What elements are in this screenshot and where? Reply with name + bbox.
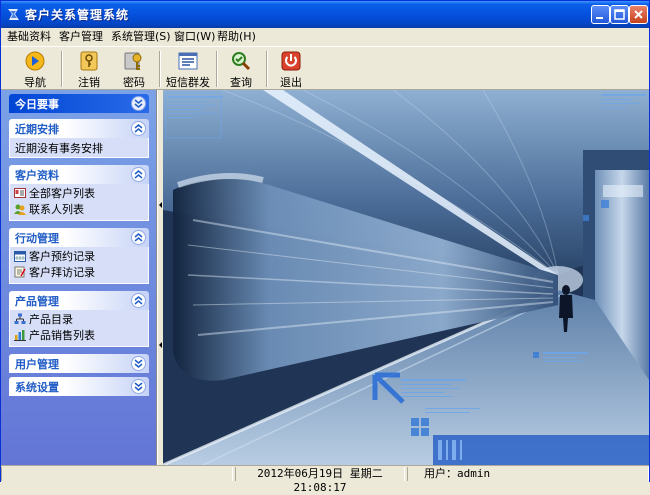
section-product-header[interactable]: 产品管理 <box>9 291 149 310</box>
link-product-sales[interactable]: 产品销售列表 <box>14 328 95 344</box>
section-action-header[interactable]: 行动管理 <box>9 228 149 247</box>
link-product-catalog[interactable]: 产品目录 <box>14 312 73 328</box>
menu-basic-data[interactable]: 基础资料 <box>5 28 53 46</box>
key-icon <box>80 51 98 71</box>
power-icon <box>281 51 301 71</box>
toolbar-logout-label: 注销 <box>78 76 100 89</box>
navigation-sidebar: 今日要事 近期安排 近期没有事务安排 客户资料 全部客户列表 联系人列表 行动管… <box>1 90 157 465</box>
menu-system[interactable]: 系统管理(S) <box>109 28 173 46</box>
chevron-down-icon[interactable] <box>131 379 146 394</box>
minimize-icon <box>596 17 603 19</box>
main-background-image <box>163 90 649 465</box>
menu-bar: 基础资料 客户管理 系统管理(S) 窗口(W) 帮助(H) <box>1 28 649 46</box>
contacts-icon <box>14 204 26 215</box>
toolbar-sms-label: 短信群发 <box>166 76 210 89</box>
link-product-sales-label: 产品销售列表 <box>29 329 95 342</box>
toolbar-navigate-label: 导航 <box>24 76 46 89</box>
section-user-title: 用户管理 <box>15 358 59 371</box>
menu-customer[interactable]: 客户管理 <box>57 28 105 46</box>
chevron-up-icon[interactable] <box>131 167 146 182</box>
status-datetime: 2012年06月19日 星期二 21:08:17 <box>235 467 405 494</box>
link-appointments[interactable]: 客户预约记录 <box>14 249 95 265</box>
section-product-title: 产品管理 <box>15 295 59 308</box>
chevron-down-icon[interactable] <box>131 96 146 111</box>
section-recent-title: 近期安排 <box>15 123 59 136</box>
toolbar-password-button[interactable]: 密码 <box>114 47 154 90</box>
toolbar-exit-button[interactable]: 退出 <box>271 47 311 90</box>
close-button[interactable] <box>629 5 648 24</box>
status-bar: 2012年06月19日 星期二 21:08:17 用户：admin <box>1 465 649 494</box>
status-user: 用户：admin <box>407 467 649 481</box>
window-title: 客户关系管理系统 <box>25 8 130 22</box>
toolbar-query-button[interactable]: 查询 <box>221 47 261 90</box>
section-today-title: 今日要事 <box>15 98 59 111</box>
subway-train-image <box>163 90 649 465</box>
section-recent-body: 近期没有事务安排 <box>9 138 149 158</box>
toolbar-sms-button[interactable]: 短信群发 <box>164 47 212 90</box>
link-visits[interactable]: 客户拜访记录 <box>14 265 95 281</box>
section-customer-header[interactable]: 客户资料 <box>9 165 149 184</box>
toolbar-separator <box>216 51 218 87</box>
tree-icon <box>14 313 26 324</box>
recent-empty-text: 近期没有事务安排 <box>15 142 103 155</box>
sms-icon <box>178 52 198 70</box>
maximize-icon <box>614 9 625 20</box>
section-action-body: 客户预约记录 客户拜访记录 <box>9 247 149 284</box>
section-today-header[interactable]: 今日要事 <box>9 94 149 113</box>
chevron-down-icon[interactable] <box>131 356 146 371</box>
menu-help[interactable]: 帮助(H) <box>215 28 258 46</box>
calendar-icon <box>14 251 26 262</box>
link-all-customers[interactable]: 全部客户列表 <box>14 186 95 202</box>
close-icon <box>634 10 643 19</box>
minimize-button[interactable] <box>591 5 610 24</box>
link-all-customers-label: 全部客户列表 <box>29 187 95 200</box>
toolbar: 导航 注销 密码 短信群发 查询 退出 <box>1 46 649 90</box>
section-customer-body: 全部客户列表 联系人列表 <box>9 184 149 221</box>
toolbar-password-label: 密码 <box>123 76 145 89</box>
section-user-header[interactable]: 用户管理 <box>9 354 149 373</box>
link-product-catalog-label: 产品目录 <box>29 313 73 326</box>
chevron-up-icon[interactable] <box>131 230 146 245</box>
query-icon <box>232 52 251 71</box>
chevron-up-icon[interactable] <box>131 293 146 308</box>
collapse-arrow-icon[interactable] <box>159 202 162 208</box>
navigate-icon <box>25 51 45 71</box>
toolbar-separator <box>159 51 161 87</box>
notepad-icon <box>14 266 26 278</box>
section-settings-header[interactable]: 系统设置 <box>9 377 149 396</box>
section-customer-title: 客户资料 <box>15 169 59 182</box>
bar-chart-icon <box>14 330 26 341</box>
toolbar-separator <box>61 51 63 87</box>
toolbar-query-label: 查询 <box>230 76 252 89</box>
collapse-arrow-icon[interactable] <box>159 342 162 348</box>
toolbar-navigate-button[interactable]: 导航 <box>15 47 55 90</box>
password-icon <box>124 52 142 70</box>
card-list-icon <box>14 188 26 198</box>
chevron-up-icon[interactable] <box>131 121 146 136</box>
link-contacts-label: 联系人列表 <box>29 203 84 216</box>
section-action-title: 行动管理 <box>15 232 59 245</box>
section-product-body: 产品目录 产品销售列表 <box>9 310 149 347</box>
toolbar-logout-button[interactable]: 注销 <box>69 47 109 90</box>
section-recent-header[interactable]: 近期安排 <box>9 119 149 138</box>
app-window: 客户关系管理系统 基础资料 客户管理 系统管理(S) 窗口(W) 帮助(H) 导… <box>0 0 650 494</box>
link-contacts[interactable]: 联系人列表 <box>14 202 84 218</box>
toolbar-exit-label: 退出 <box>280 76 302 89</box>
app-icon <box>8 9 19 20</box>
menu-window[interactable]: 窗口(W) <box>172 28 217 46</box>
link-appointments-label: 客户预约记录 <box>29 250 95 263</box>
title-bar[interactable]: 客户关系管理系统 <box>1 1 649 28</box>
maximize-button[interactable] <box>610 5 629 24</box>
toolbar-separator <box>266 51 268 87</box>
section-settings-title: 系统设置 <box>15 381 59 394</box>
status-panel-empty <box>1 467 233 481</box>
link-visits-label: 客户拜访记录 <box>29 266 95 279</box>
